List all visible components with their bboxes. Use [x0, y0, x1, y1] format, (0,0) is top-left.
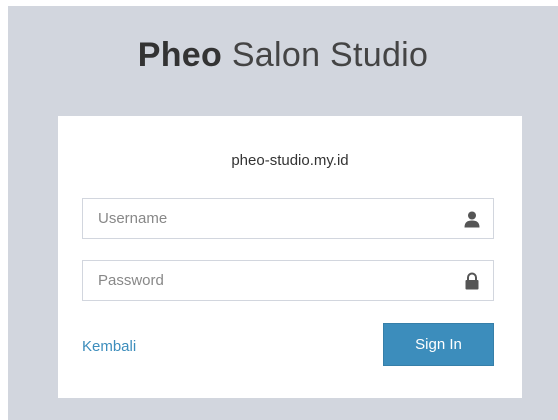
- site-domain-label: pheo-studio.my.id: [231, 152, 349, 169]
- username-field: [82, 198, 494, 239]
- sign-in-button[interactable]: Sign In: [383, 323, 494, 366]
- username-input[interactable]: [83, 199, 468, 238]
- lock-icon: [465, 272, 479, 290]
- back-link[interactable]: Kembali: [82, 338, 136, 355]
- user-icon: [464, 211, 480, 228]
- app-logo: Pheo Salon Studio: [8, 36, 558, 75]
- login-page: Pheo Salon Studio pheo-studio.my.id Kemb…: [8, 6, 558, 420]
- logo-brand-name: Pheo: [137, 36, 223, 74]
- login-box: pheo-studio.my.id Kembali Sign In: [58, 116, 522, 398]
- password-field: [82, 260, 494, 301]
- password-input[interactable]: [83, 261, 468, 300]
- logo-subtitle: Salon Studio: [231, 36, 429, 74]
